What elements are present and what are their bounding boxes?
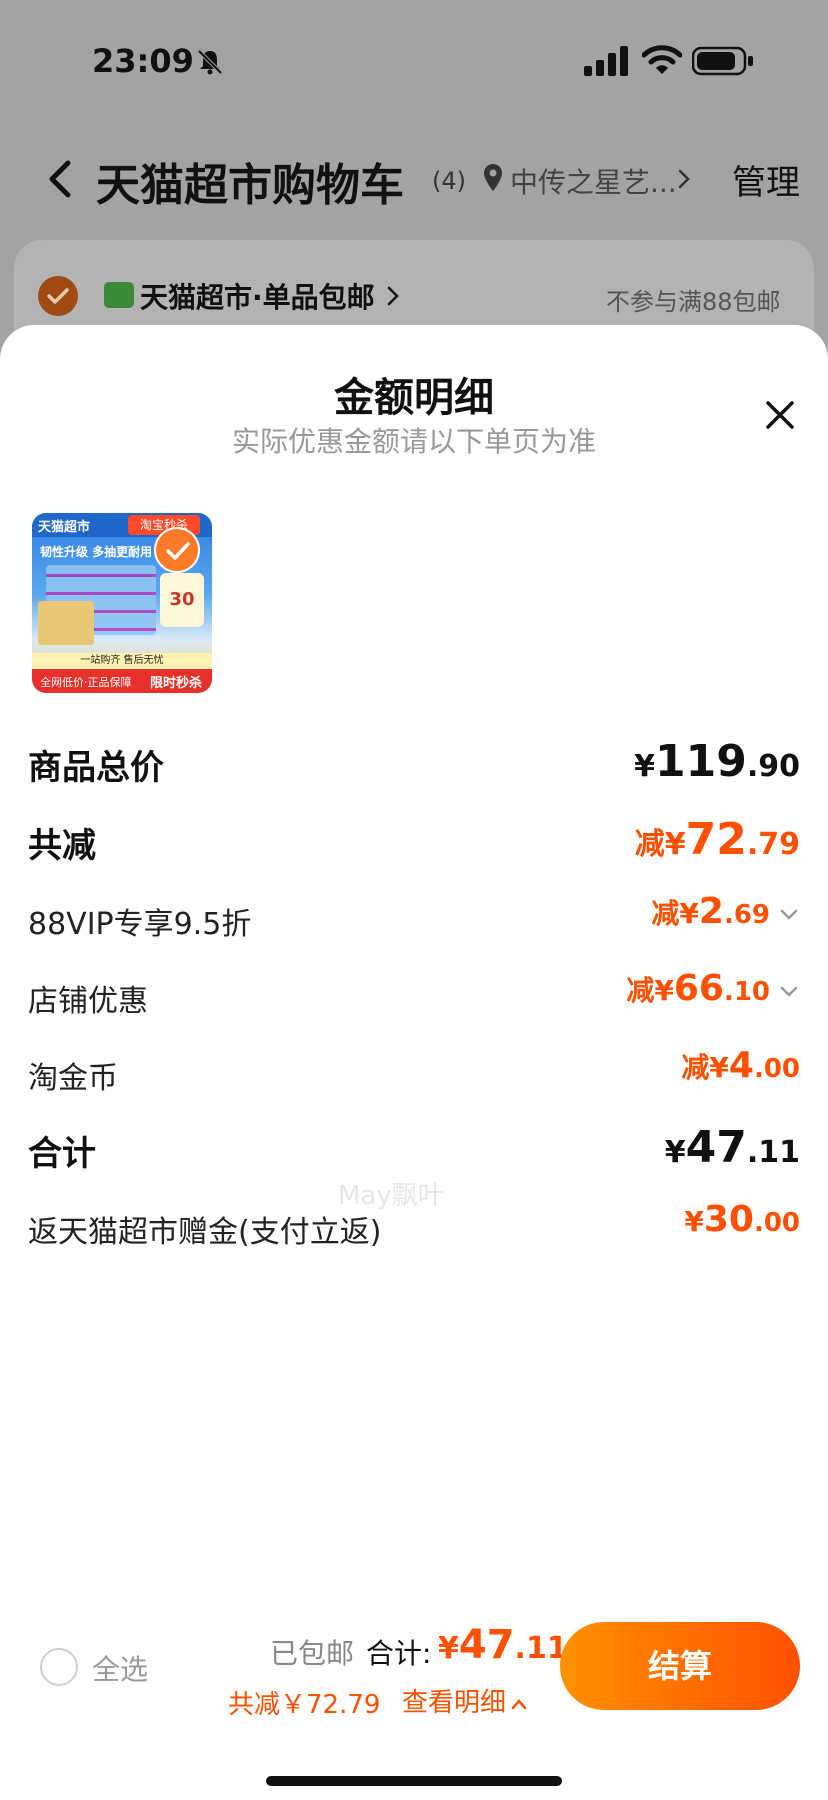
check-icon: [47, 288, 69, 304]
store-shipping-note: 不参与满88包邮: [606, 288, 781, 316]
thumb-brand-label: 天猫超市: [38, 520, 91, 535]
thumb-service-strip: 一站购齐 售后无忧: [32, 653, 212, 669]
status-time: 23:09: [92, 42, 194, 80]
cashback-row: 返天猫超市赠金(支付立返) ¥30.00: [28, 1195, 800, 1255]
home-indicator: [266, 1776, 562, 1786]
store-checkbox[interactable]: [38, 276, 78, 316]
sheet-title: 金额明细: [334, 375, 494, 421]
wifi-icon: [642, 45, 682, 74]
vip-discount-value: 减¥2.69: [651, 891, 770, 932]
product-thumbnail[interactable]: 天猫超市 淘宝秒杀 韧性升级 多抽更耐用 30 一站购齐 售后无忧 全网低价·正…: [32, 513, 212, 693]
chevron-down-icon[interactable]: [778, 980, 800, 1002]
view-details-button[interactable]: 查看明细: [402, 1682, 528, 1719]
store-discount-row[interactable]: 店铺优惠 减¥66.10: [28, 964, 800, 1024]
row-label: 合计: [28, 1134, 96, 1174]
cart-title: 天猫超市购物车: [96, 160, 404, 211]
row-label: 返天猫超市赠金(支付立返): [28, 1215, 382, 1250]
chevron-down-icon[interactable]: [778, 903, 800, 925]
signal-icon: [584, 46, 628, 76]
thumb-price-badge: 30: [160, 573, 204, 627]
store-discount-value: 减¥66.10: [626, 968, 770, 1009]
view-details-label: 查看明细: [402, 1688, 507, 1718]
chevron-right-icon: [387, 286, 399, 306]
thumb-bottom-bar: 全网低价·正品保障 限时秒杀: [32, 669, 212, 693]
footer-total-value: ¥47.11: [438, 1622, 568, 1668]
thumb-limited-sale-text: 限时秒杀: [150, 676, 203, 691]
product-box-graphic: [38, 601, 94, 645]
check-icon: [166, 542, 190, 560]
checkout-bar: 全选 已包邮 合计: ¥47.11 共减￥72.79 查看明细 结算: [0, 1600, 828, 1730]
chevron-up-icon: [511, 1698, 527, 1709]
coins-discount-row: 淘金币 减¥4.00: [28, 1041, 800, 1101]
amount-details-sheet: 金额明细 实际优惠金额请以下单页为准 天猫超市 淘宝秒杀 韧性升级 多抽更耐用 …: [0, 325, 828, 1800]
tmall-store-icon: [104, 282, 134, 308]
back-arrow-icon[interactable]: [44, 157, 76, 201]
row-label: 商品总价: [28, 748, 164, 788]
manage-button[interactable]: 管理: [732, 155, 800, 204]
sheet-subtitle: 实际优惠金额请以下单页为准: [231, 425, 596, 458]
store-name[interactable]: 天猫超市·单品包邮: [140, 276, 375, 316]
status-bar: 23:09: [0, 38, 828, 86]
product-checkbox[interactable]: [154, 527, 200, 573]
row-label: 88VIP专享9.5折: [28, 907, 252, 942]
chevron-right-icon: [678, 169, 690, 189]
select-all-checkbox[interactable]: [40, 1648, 78, 1686]
cart-count: (4): [432, 167, 466, 195]
row-label: 店铺优惠: [28, 984, 148, 1019]
coins-discount-value: 减¥4.00: [681, 1045, 800, 1086]
row-label: 淘金币: [28, 1061, 118, 1096]
thumb-guarantee-text: 全网低价·正品保障: [40, 676, 132, 689]
free-shipping-label: 已包邮: [270, 1637, 355, 1670]
total-discount-row: 共减 减¥72.79: [28, 810, 800, 870]
select-all-label[interactable]: 全选: [92, 1648, 148, 1688]
close-icon[interactable]: [752, 387, 808, 443]
footer-saved-text: 共减￥72.79: [228, 1690, 381, 1720]
footer-total-label: 合计:: [366, 1637, 432, 1670]
total-value: ¥47.11: [664, 1122, 800, 1173]
subtotal-row: 商品总价 ¥119.90: [28, 732, 800, 792]
row-label: 共减: [28, 826, 96, 866]
cashback-value: ¥30.00: [684, 1199, 800, 1240]
thumb-headline: 韧性升级 多抽更耐用: [40, 545, 153, 559]
location-pin-icon: [484, 164, 502, 191]
total-discount-value: 减¥72.79: [634, 814, 800, 865]
mute-bell-icon: [197, 49, 223, 75]
battery-icon: [692, 46, 753, 76]
vip-discount-row[interactable]: 88VIP专享9.5折 减¥2.69: [28, 887, 800, 947]
total-row: 合计 ¥47.11: [28, 1118, 800, 1178]
delivery-address[interactable]: 中传之星艺...: [510, 161, 677, 201]
checkout-button[interactable]: 结算: [560, 1622, 800, 1710]
cart-header: 天猫超市购物车 (4) 中传之星艺... 管理: [0, 145, 828, 215]
subtotal-value: ¥119.90: [634, 736, 800, 787]
